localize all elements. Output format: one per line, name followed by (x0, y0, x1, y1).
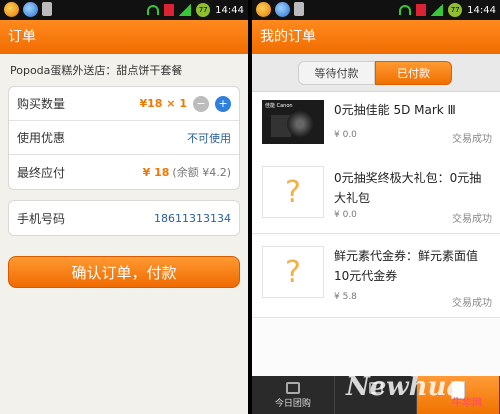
browser-notification-icon (275, 2, 290, 17)
nav-label: 今日团购 (274, 399, 311, 409)
decrease-quantity-button[interactable]: − (193, 95, 209, 112)
placeholder-question-icon: ? (262, 246, 324, 298)
app-notification-icon (4, 2, 19, 17)
coupon-label: 使用优惠 (17, 131, 66, 145)
usb-icon (294, 2, 304, 16)
order-title: 鲜元素代金券：鲜元素面值10元代金券 (334, 249, 479, 283)
order-details-card: 购买数量 ¥18 × 1 − + 使用优惠 不可使用 最终应付 ¥ 18 (余额… (8, 86, 240, 190)
order-price: ¥ 5.8 (334, 292, 357, 302)
order-item[interactable]: ? 0元抽奖终极大礼包：0元抽大礼包 ¥ 0.0 交易成功 (252, 160, 500, 234)
order-item[interactable]: 佳能 Canon 0元抽佳能 5D Mark Ⅲ ¥ 0.0 交易成功 (252, 92, 500, 166)
order-status: 交易成功 (452, 134, 492, 145)
coupon-value: 不可使用 (187, 131, 231, 145)
nav-today-deals[interactable]: 今日团购 (252, 376, 335, 414)
placeholder-question-icon: ? (262, 166, 324, 218)
phone-value[interactable]: 18611313134 (154, 212, 231, 225)
no-sim-icon (164, 4, 175, 16)
clock: 14:44 (215, 4, 244, 16)
total-row: 最终应付 ¥ 18 (余额 ¥4.2) (9, 155, 239, 189)
quantity-row: 购买数量 ¥18 × 1 − + (9, 87, 239, 121)
watermark-logo: Newhua (346, 372, 464, 402)
order-status: 交易成功 (452, 298, 492, 309)
my-orders-screen: 77 14:44 我的订单 等待付款 已付款 佳能 Canon 0元抽佳能 5D… (252, 0, 500, 414)
signal-icon (431, 4, 444, 16)
camera-image: 佳能 Canon (262, 100, 324, 144)
phone-row[interactable]: 手机号码 18611313134 (9, 201, 239, 235)
order-status-tabs: 等待付款 已付款 (252, 54, 500, 92)
balance-value: (余额 ¥4.2) (172, 166, 231, 179)
watermark-text: 牛华网 (452, 398, 482, 409)
quantity-label: 购买数量 (17, 97, 66, 111)
usb-icon (42, 2, 52, 16)
order-price: ¥ 0.0 (334, 210, 357, 220)
order-item[interactable]: ? 鲜元素代金券：鲜元素面值10元代金券 ¥ 5.8 交易成功 (252, 236, 500, 318)
app-notification-icon (256, 2, 271, 17)
wifi-icon (399, 5, 412, 15)
status-bar: 77 14:44 (252, 0, 500, 20)
phone-card[interactable]: 手机号码 18611313134 (8, 200, 240, 236)
order-screen: 77 14:44 订单 Popoda蛋糕外送店：甜点饼干套餐 购买数量 ¥18 … (0, 0, 248, 414)
phone-label: 手机号码 (17, 211, 66, 226)
order-title: 0元抽佳能 5D Mark Ⅲ (334, 103, 456, 117)
shop-name: Popoda蛋糕外送店：甜点饼干套餐 (10, 64, 183, 77)
order-price: ¥ 0.0 (334, 130, 357, 140)
clock: 14:44 (467, 4, 496, 16)
order-status: 交易成功 (452, 214, 492, 225)
battery-icon: 77 (448, 3, 463, 17)
page-title: 我的订单 (252, 20, 500, 54)
browser-notification-icon (23, 2, 38, 17)
no-sim-icon (416, 4, 427, 16)
total-label: 最终应付 (17, 165, 66, 180)
increase-quantity-button[interactable]: + (215, 95, 231, 112)
quantity-value: ¥18 × 1 (139, 97, 188, 110)
page-title: 订单 (0, 20, 248, 54)
battery-icon: 77 (196, 3, 211, 17)
wifi-icon (147, 5, 160, 15)
thumb-brand-text: 佳能 Canon (265, 103, 293, 109)
tab-paid[interactable]: 已付款 (375, 61, 452, 85)
status-bar: 77 14:44 (0, 0, 248, 20)
total-value: ¥ 18 (142, 165, 170, 179)
camera-lens (287, 111, 313, 137)
tab-pending-payment[interactable]: 等待付款 (298, 61, 375, 85)
confirm-order-button[interactable]: 确认订单，付款 (8, 256, 240, 288)
bag-icon (285, 382, 300, 394)
signal-icon (179, 4, 192, 16)
coupon-row[interactable]: 使用优惠 不可使用 (9, 121, 239, 155)
order-title: 0元抽奖终极大礼包：0元抽大礼包 (334, 171, 482, 205)
